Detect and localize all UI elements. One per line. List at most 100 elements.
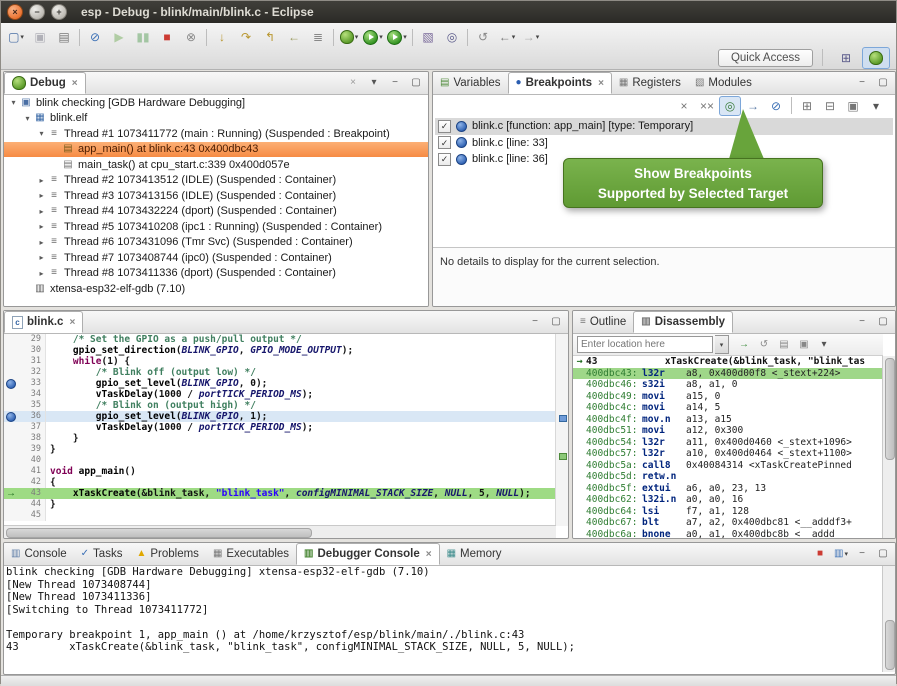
debug-tree-row[interactable]: ▤main_task() at cpu_start.c:339 0x400d05… bbox=[4, 157, 428, 173]
print-icon[interactable]: ▤ bbox=[52, 26, 76, 48]
external-tools-icon[interactable]: ▾ bbox=[385, 26, 409, 48]
editor-annotation-gutter[interactable] bbox=[4, 334, 18, 345]
editor-line[interactable]: 34 vTaskDelay(1000 / portTICK_PERIOD_MS)… bbox=[4, 389, 556, 400]
maximize-view-icon[interactable]: ▢ bbox=[406, 74, 426, 92]
disassembly-row[interactable]: 400dbc51:movia12, 0x300 bbox=[573, 425, 883, 437]
view-menu-icon[interactable]: ▾ bbox=[814, 336, 834, 354]
tree-collapsed-arrow-icon[interactable]: ▸ bbox=[36, 269, 47, 278]
editor-code-line[interactable]: /* Set the GPIO as a push/pull output */ bbox=[46, 334, 302, 345]
debug-perspective-icon[interactable] bbox=[862, 47, 890, 69]
goto-pc-icon[interactable]: → bbox=[734, 336, 754, 354]
view-menu-icon[interactable]: ▾ bbox=[865, 96, 887, 116]
tab-registers[interactable]: ▦Registers bbox=[612, 72, 688, 94]
editor-line[interactable]: 39} bbox=[4, 444, 556, 455]
editor-code-line[interactable]: vTaskDelay(1000 / portTICK_PERIOD_MS); bbox=[46, 389, 313, 400]
editor-code-line[interactable]: } bbox=[46, 433, 79, 444]
editor-line[interactable]: 37 vTaskDelay(1000 / portTICK_PERIOD_MS)… bbox=[4, 422, 556, 433]
editor-horizontal-scrollbar[interactable] bbox=[4, 525, 556, 538]
disassembly-listing[interactable]: →43 xTaskCreate(&blink_task, "blink_tas4… bbox=[573, 356, 883, 538]
editor-line[interactable]: 30 gpio_set_direction(BLINK_GPIO, GPIO_M… bbox=[4, 345, 556, 356]
debug-tree-row[interactable]: ▸≡Thread #7 1073408744 (ipc0) (Suspended… bbox=[4, 250, 428, 266]
debug-tree-row[interactable]: ▸≡Thread #4 1073432224 (dport) (Suspende… bbox=[4, 204, 428, 220]
terminate-console-icon[interactable]: ■ bbox=[810, 545, 830, 563]
editor-code-line[interactable]: /* Blink on (output high) */ bbox=[46, 400, 256, 411]
disconnect-icon[interactable]: ⊗ bbox=[179, 26, 203, 48]
new-wizard-icon[interactable]: ▢▾ bbox=[4, 26, 28, 48]
tab-breakpoints[interactable]: ●Breakpoints× bbox=[508, 72, 612, 94]
tab-disassembly[interactable]: ▥Disassembly bbox=[633, 311, 733, 333]
tab-console[interactable]: ▥Console bbox=[4, 543, 74, 565]
minimize-view-icon[interactable]: − bbox=[852, 313, 872, 331]
tab-outline[interactable]: ≡Outline bbox=[573, 311, 633, 333]
disassembly-row[interactable]: 400dbc4f:mov.na13, a15 bbox=[573, 414, 883, 426]
disassembly-row[interactable]: 400dbc43:l32ra8, 0x400d00f8 <_stext+224> bbox=[573, 368, 883, 380]
editor-annotation-gutter[interactable] bbox=[4, 389, 18, 400]
resume-icon[interactable]: ▶ bbox=[107, 26, 131, 48]
disassembly-row[interactable]: 400dbc5d:retw.n bbox=[573, 471, 883, 483]
breakpoint-row[interactable]: ✓blink.c [function: app_main] [type: Tem… bbox=[435, 118, 893, 135]
disassembly-row[interactable]: 400dbc54:l32ra11, 0x400d0460 <_stext+109… bbox=[573, 437, 883, 449]
breakpoint-checkbox[interactable]: ✓ bbox=[438, 153, 451, 166]
editor-code-line[interactable]: void app_main() bbox=[46, 466, 136, 477]
location-input[interactable] bbox=[577, 336, 713, 353]
disassembly-row[interactable]: 400dbc5a:call80x40084314 <xTaskCreatePin… bbox=[573, 460, 883, 472]
editor-code-line[interactable]: gpio_set_level(BLINK_GPIO, 1); bbox=[46, 411, 267, 422]
tab-variables[interactable]: ▤Variables bbox=[433, 72, 508, 94]
editor-annotation-gutter[interactable] bbox=[4, 411, 18, 422]
editor-annotation-gutter[interactable] bbox=[4, 345, 18, 356]
quick-access-button[interactable]: Quick Access bbox=[718, 49, 813, 67]
breakpoint-checkbox[interactable]: ✓ bbox=[438, 136, 451, 149]
disassembly-row[interactable]: 400dbc67:blta7, a2, 0x400dbc81 <__adddf3… bbox=[573, 517, 883, 529]
tree-expanded-arrow-icon[interactable]: ▾ bbox=[8, 98, 19, 107]
scrollbar-thumb[interactable] bbox=[6, 528, 312, 538]
tab-tasks[interactable]: ✓Tasks bbox=[74, 543, 130, 565]
overview-breakpoint-mark[interactable] bbox=[559, 415, 567, 422]
editor-annotation-gutter[interactable]: → bbox=[4, 488, 18, 499]
tree-collapsed-arrow-icon[interactable]: ▸ bbox=[36, 176, 47, 185]
back-icon[interactable]: ←▾ bbox=[495, 26, 519, 48]
skip-all-breakpoints-icon[interactable]: ⊘ bbox=[765, 96, 787, 116]
window-close-button[interactable]: × bbox=[7, 4, 23, 20]
collapse-all-icon[interactable]: ⊟ bbox=[819, 96, 841, 116]
editor-code-line[interactable]: gpio_set_level(BLINK_GPIO, 0); bbox=[46, 378, 267, 389]
minimize-view-icon[interactable]: − bbox=[852, 545, 872, 563]
refresh-view-icon[interactable]: ↺ bbox=[754, 336, 774, 354]
tab-modules[interactable]: ▧Modules bbox=[688, 72, 759, 94]
location-dropdown-icon[interactable]: ▾ bbox=[715, 335, 729, 354]
editor-code-line[interactable]: xTaskCreate(&blink_task, "blink_task", c… bbox=[46, 488, 531, 499]
search-icon[interactable]: ◎ bbox=[440, 26, 464, 48]
maximize-view-icon[interactable]: ▢ bbox=[873, 313, 893, 331]
open-perspective-icon[interactable]: ⊞ bbox=[832, 47, 860, 69]
last-edit-location-icon[interactable]: ↺ bbox=[471, 26, 495, 48]
close-tab-icon[interactable]: × bbox=[69, 317, 75, 328]
disassembly-row[interactable]: 400dbc57:l32ra10, 0x400d0464 <_stext+110… bbox=[573, 448, 883, 460]
view-menu-icon[interactable]: ▾ bbox=[364, 74, 384, 92]
editor-line[interactable]: 36 gpio_set_level(BLINK_GPIO, 1); bbox=[4, 411, 556, 422]
editor-code-line[interactable]: { bbox=[46, 477, 56, 488]
disassembly-row[interactable]: 400dbc6a:bnonea0, a1, 0x400dbc8b <__addd bbox=[573, 529, 883, 539]
tab-memory[interactable]: ▦Memory bbox=[440, 543, 509, 565]
editor-annotation-gutter[interactable] bbox=[4, 356, 18, 367]
minimize-view-icon[interactable]: − bbox=[525, 313, 545, 331]
skip-all-breakpoints-icon[interactable]: ⊘ bbox=[83, 26, 107, 48]
new-project-icon[interactable]: ▧ bbox=[416, 26, 440, 48]
editor-annotation-gutter[interactable] bbox=[4, 455, 18, 466]
editor-annotation-gutter[interactable] bbox=[4, 444, 18, 455]
drop-to-frame-icon[interactable]: ← bbox=[282, 26, 306, 48]
console-vertical-scrollbar[interactable] bbox=[882, 566, 895, 672]
breakpoint-row[interactable]: ✓blink.c [line: 33] bbox=[435, 135, 893, 152]
disassembly-row[interactable]: 400dbc49:movia15, 0 bbox=[573, 391, 883, 403]
scrollbar-thumb[interactable] bbox=[885, 358, 895, 460]
maximize-view-icon[interactable]: ▢ bbox=[546, 313, 566, 331]
link-with-debug-view-icon[interactable]: ▣ bbox=[842, 96, 864, 116]
editor-annotation-gutter[interactable] bbox=[4, 477, 18, 488]
disassembly-row[interactable]: 400dbc5f:extuia6, a0, 23, 13 bbox=[573, 483, 883, 495]
tree-collapsed-arrow-icon[interactable]: ▸ bbox=[36, 253, 47, 262]
editor-line[interactable]: 29 /* Set the GPIO as a push/pull output… bbox=[4, 334, 556, 345]
close-tab-icon[interactable]: × bbox=[72, 78, 78, 89]
code-editor[interactable]: 29 /* Set the GPIO as a push/pull output… bbox=[4, 334, 556, 526]
forward-icon[interactable]: →▾ bbox=[519, 26, 543, 48]
tab-blink-c[interactable]: cblink.c× bbox=[4, 311, 83, 333]
tree-collapsed-arrow-icon[interactable]: ▸ bbox=[36, 238, 47, 247]
minimize-view-icon[interactable]: − bbox=[385, 74, 405, 92]
